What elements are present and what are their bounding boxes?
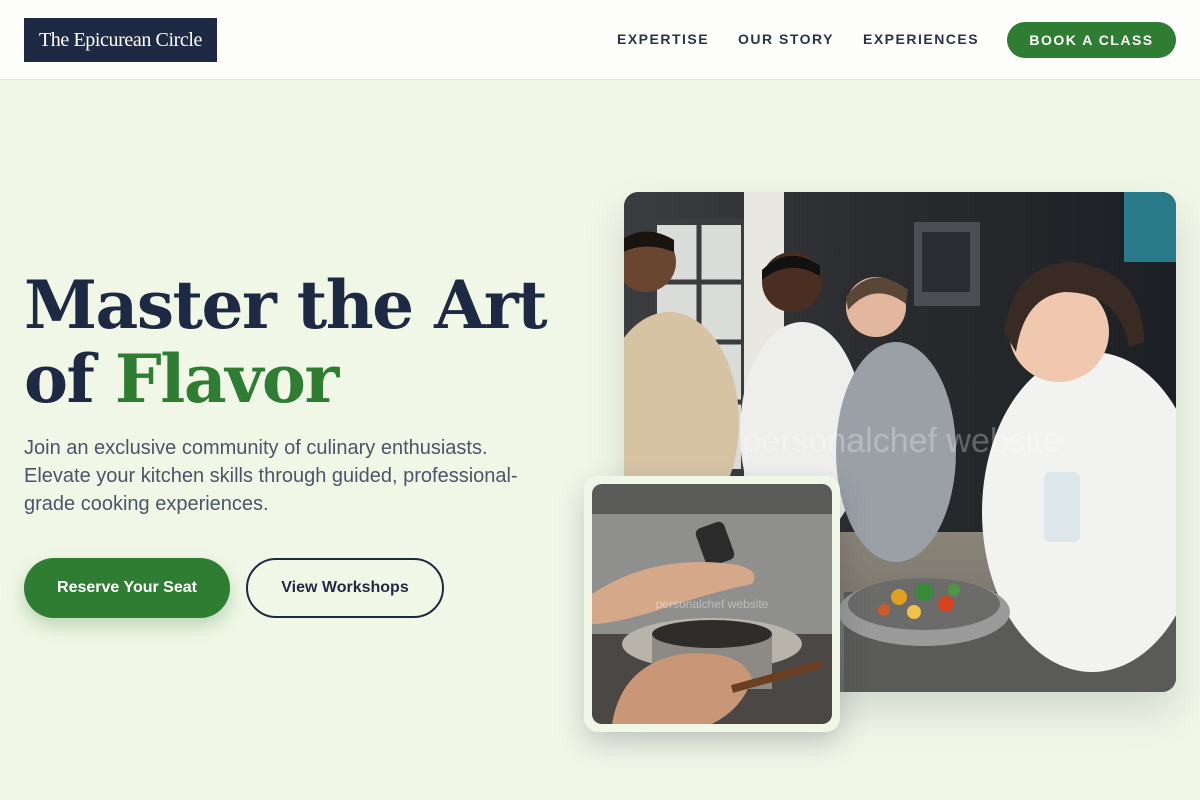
book-a-class-button[interactable]: BOOK A CLASS <box>1007 22 1176 58</box>
view-workshops-button[interactable]: View Workshops <box>246 558 444 618</box>
brand-logo[interactable]: The Epicurean Circle <box>24 18 217 62</box>
nav-link-experiences[interactable]: EXPERIENCES <box>863 31 979 47</box>
reserve-seat-button[interactable]: Reserve Your Seat <box>24 558 230 618</box>
headline-accent: Flavor <box>114 340 339 418</box>
secondary-image-frame: personalchef website <box>584 476 840 732</box>
main-image-watermark: personalchef website <box>742 422 1061 460</box>
small-image-watermark: personalchef website <box>656 597 769 611</box>
hands-cooking-illustration: personalchef website <box>592 484 832 724</box>
nav-link-our-story[interactable]: OUR STORY <box>738 31 834 47</box>
top-nav: The Epicurean Circle EXPERTISE OUR STORY… <box>0 0 1200 80</box>
nav-link-expertise[interactable]: EXPERTISE <box>617 31 709 47</box>
hero-headline: Master the Art of Flavor <box>24 268 584 416</box>
hero-secondary-image: personalchef website <box>592 484 832 724</box>
hero-subtitle: Join an exclusive community of culinary … <box>24 437 518 515</box>
